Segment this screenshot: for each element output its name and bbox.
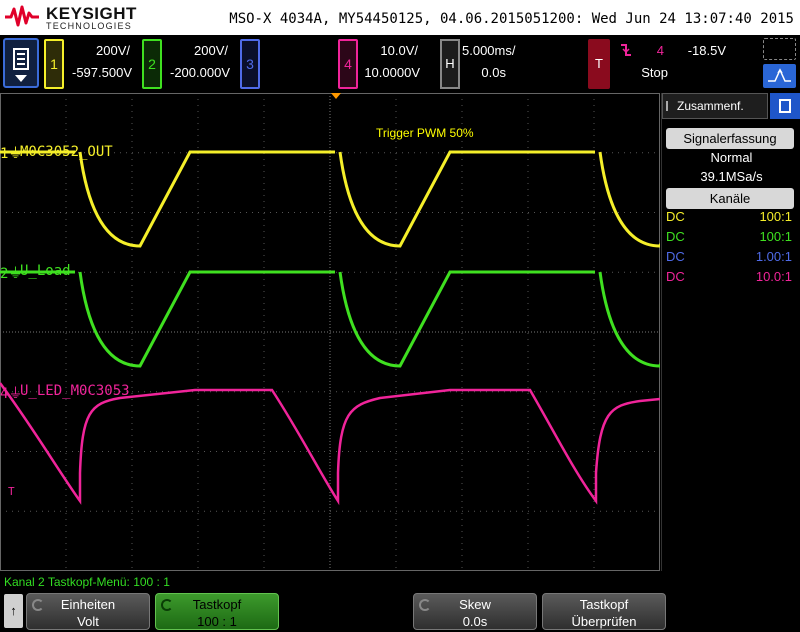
- tab-grip-icon: [666, 101, 673, 111]
- ch4-label: U_LED_M0C3053: [20, 383, 130, 399]
- main-menu-button[interactable]: [3, 38, 39, 88]
- ch1-coupling: DC: [666, 209, 685, 224]
- status-line: Kanal 2 Tastkopf-Menü: 100 : 1: [4, 575, 170, 589]
- softkey-bar: ↑ Einheiten Volt Tastkopf 100 : 1 Skew 0…: [0, 590, 800, 632]
- falling-edge-icon: [621, 44, 631, 56]
- timebase: 5.000ms/: [462, 43, 516, 58]
- ch2-scale: 200V/: [194, 43, 228, 58]
- ch3-probe: 1.00:1: [755, 249, 792, 264]
- channel-3-button[interactable]: 3: [240, 39, 260, 89]
- trigger-level: -18.5V: [687, 43, 726, 58]
- ch2-label: U_Load: [20, 263, 71, 279]
- chevron-down-icon: [15, 75, 27, 82]
- channels-button[interactable]: Kanäle: [666, 188, 794, 209]
- keysight-logo: KEYSIGHT TECHNOLOGIES: [4, 2, 136, 32]
- trigger-annotation: Trigger PWM 50%: [376, 126, 474, 140]
- channel-row-4: DC 10.0:1: [666, 269, 794, 289]
- knob-icon: [161, 599, 173, 611]
- softkey-units[interactable]: Einheiten Volt: [26, 593, 150, 630]
- ch2-offset: -200.000V: [170, 65, 230, 80]
- ch3-coupling: DC: [666, 249, 685, 264]
- summary-tab[interactable]: Zusammenf.: [662, 93, 768, 119]
- ch4-coupling: DC: [666, 269, 685, 284]
- ch4-probe: 10.0:1: [755, 269, 792, 284]
- run-state: Stop: [641, 65, 668, 80]
- channel-row-2: DC 100:1: [666, 229, 794, 249]
- ch1-probe: 100:1: [759, 209, 792, 224]
- ch2-probe: 100:1: [759, 229, 792, 244]
- ch2-coupling: DC: [666, 229, 685, 244]
- channel-toolbar: 1 200V/ -597.500V 2 200V/ -200.000V 3 4 …: [0, 35, 800, 93]
- panel-menu-icon[interactable]: [770, 93, 800, 119]
- acquisition-button[interactable]: Signalerfassung: [666, 128, 794, 149]
- channel-row-1: DC 100:1: [666, 209, 794, 229]
- acquisition-mode: Normal: [710, 150, 753, 165]
- edge-trigger-icon: [768, 68, 791, 82]
- channel-2-button[interactable]: 2: [142, 39, 162, 89]
- ch1-offset: -597.500V: [72, 65, 132, 80]
- keysight-wave-icon: [5, 5, 39, 27]
- horizontal-button[interactable]: H: [440, 39, 460, 89]
- ch4-scale: 10.0V/: [380, 43, 418, 58]
- softkey-probe-check[interactable]: Tastkopf Überprüfen: [542, 593, 666, 630]
- trigger-source: 4: [656, 43, 664, 58]
- ch4-offset: 10.0000V: [364, 65, 420, 80]
- instrument-title: MSO-X 4034A, MY54450125, 04.06.201505120…: [229, 11, 794, 27]
- knob-icon: [419, 599, 431, 611]
- title-bar: KEYSIGHT TECHNOLOGIES MSO-X 4034A, MY544…: [0, 0, 800, 35]
- channel-1-button[interactable]: 1: [44, 39, 64, 89]
- channel-4-button[interactable]: 4: [338, 39, 358, 89]
- knob-icon: [32, 599, 44, 611]
- trigger-button[interactable]: T: [588, 39, 610, 89]
- menu-icon: [13, 48, 29, 70]
- trigger-position-icon: [331, 93, 341, 99]
- summary-side-panel: Zusammenf. Signalerfassung Normal 39.1MS…: [661, 93, 800, 571]
- waveform-display[interactable]: 1⏚ M0C3052_OUT 2⏚ U_Load 4⏚ U_LED_M0C305…: [0, 93, 660, 571]
- brand-sub: TECHNOLOGIES: [46, 21, 132, 31]
- graticule: [0, 93, 660, 571]
- ch1-label: M0C3052_OUT: [20, 144, 113, 160]
- trigger-touch-button[interactable]: [763, 64, 796, 88]
- horizontal-delay: 0.0s: [481, 65, 506, 80]
- softkey-probe[interactable]: Tastkopf 100 : 1: [155, 593, 279, 630]
- trigger-level-marker[interactable]: T: [8, 485, 15, 498]
- channel-row-3: DC 1.00:1: [666, 249, 794, 269]
- sample-rate: 39.1MSa/s: [700, 169, 763, 184]
- touch-controls[interactable]: [763, 38, 796, 88]
- softkey-skew[interactable]: Skew 0.0s: [413, 593, 537, 630]
- zoom-box-icon[interactable]: [763, 38, 796, 60]
- back-arrow-icon[interactable]: ↑: [4, 594, 23, 628]
- ch1-scale: 200V/: [96, 43, 130, 58]
